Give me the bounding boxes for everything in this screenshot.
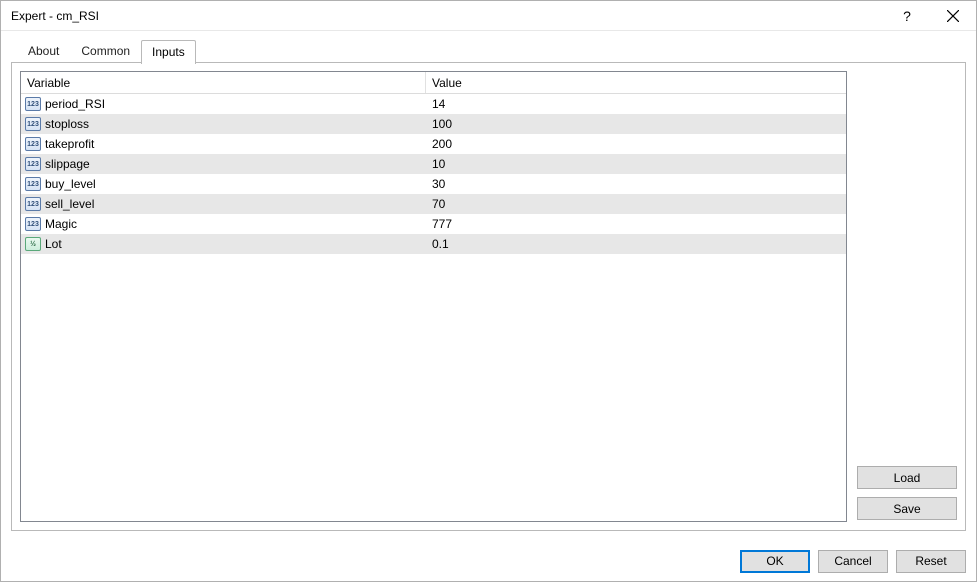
ok-button[interactable]: OK: [740, 550, 810, 573]
int-type-icon: 123: [25, 137, 41, 151]
variable-name: sell_level: [45, 197, 94, 211]
tab-panel-inputs: Variable Value 123 period_RSI 14 123 stoplos…: [11, 62, 966, 531]
variable-name: Lot: [45, 237, 62, 251]
close-icon: [947, 10, 959, 22]
value-cell[interactable]: 777: [426, 217, 846, 231]
variable-cell: 123 stoploss: [21, 117, 426, 131]
variable-cell: ½ Lot: [21, 237, 426, 251]
variable-cell: 123 period_RSI: [21, 97, 426, 111]
variable-cell: 123 Magic: [21, 217, 426, 231]
table-row[interactable]: 123 stoploss 100: [21, 114, 846, 134]
variable-name: slippage: [45, 157, 90, 171]
close-button[interactable]: [930, 1, 976, 31]
help-icon: ?: [903, 8, 911, 24]
variable-name: Magic: [45, 217, 77, 231]
int-type-icon: 123: [25, 117, 41, 131]
titlebar: Expert - cm_RSI ?: [1, 1, 976, 31]
table-row[interactable]: 123 sell_level 70: [21, 194, 846, 214]
double-type-icon: ½: [25, 237, 41, 251]
value-cell[interactable]: 10: [426, 157, 846, 171]
variable-name: takeprofit: [45, 137, 94, 151]
variable-cell: 123 takeprofit: [21, 137, 426, 151]
value-cell[interactable]: 30: [426, 177, 846, 191]
variable-name: stoploss: [45, 117, 89, 131]
inputs-grid: Variable Value 123 period_RSI 14 123 stoplos…: [20, 71, 847, 522]
tab-inputs[interactable]: Inputs: [141, 40, 196, 64]
side-button-column: Load Save: [857, 71, 957, 522]
value-cell[interactable]: 100: [426, 117, 846, 131]
table-row[interactable]: 123 buy_level 30: [21, 174, 846, 194]
load-button[interactable]: Load: [857, 466, 957, 489]
value-cell[interactable]: 0.1: [426, 237, 846, 251]
column-header-variable[interactable]: Variable: [21, 72, 426, 93]
int-type-icon: 123: [25, 97, 41, 111]
int-type-icon: 123: [25, 197, 41, 211]
table-row[interactable]: 123 period_RSI 14: [21, 94, 846, 114]
value-cell[interactable]: 70: [426, 197, 846, 211]
table-row[interactable]: ½ Lot 0.1: [21, 234, 846, 254]
table-row[interactable]: 123 takeprofit 200: [21, 134, 846, 154]
grid-body: 123 period_RSI 14 123 stoploss 100 123 takeprof…: [21, 94, 846, 521]
variable-cell: 123 sell_level: [21, 197, 426, 211]
footer: OK Cancel Reset: [1, 541, 976, 581]
client-area: About Common Inputs Variable Value 123 pe…: [1, 31, 976, 541]
variable-name: buy_level: [45, 177, 96, 191]
grid-header: Variable Value: [21, 72, 846, 94]
save-button[interactable]: Save: [857, 497, 957, 520]
variable-name: period_RSI: [45, 97, 105, 111]
variable-cell: 123 slippage: [21, 157, 426, 171]
column-header-value[interactable]: Value: [426, 72, 846, 93]
int-type-icon: 123: [25, 157, 41, 171]
reset-button[interactable]: Reset: [896, 550, 966, 573]
tab-about[interactable]: About: [17, 39, 70, 63]
int-type-icon: 123: [25, 177, 41, 191]
value-cell[interactable]: 14: [426, 97, 846, 111]
cancel-button[interactable]: Cancel: [818, 550, 888, 573]
table-row[interactable]: 123 Magic 777: [21, 214, 846, 234]
value-cell[interactable]: 200: [426, 137, 846, 151]
window-controls: ?: [884, 1, 976, 30]
tab-common[interactable]: Common: [70, 39, 141, 63]
tab-row: About Common Inputs: [17, 39, 966, 63]
window-title: Expert - cm_RSI: [11, 9, 884, 23]
table-row[interactable]: 123 slippage 10: [21, 154, 846, 174]
int-type-icon: 123: [25, 217, 41, 231]
help-button[interactable]: ?: [884, 1, 930, 31]
dialog-window: Expert - cm_RSI ? About Common Inputs Va…: [0, 0, 977, 582]
variable-cell: 123 buy_level: [21, 177, 426, 191]
